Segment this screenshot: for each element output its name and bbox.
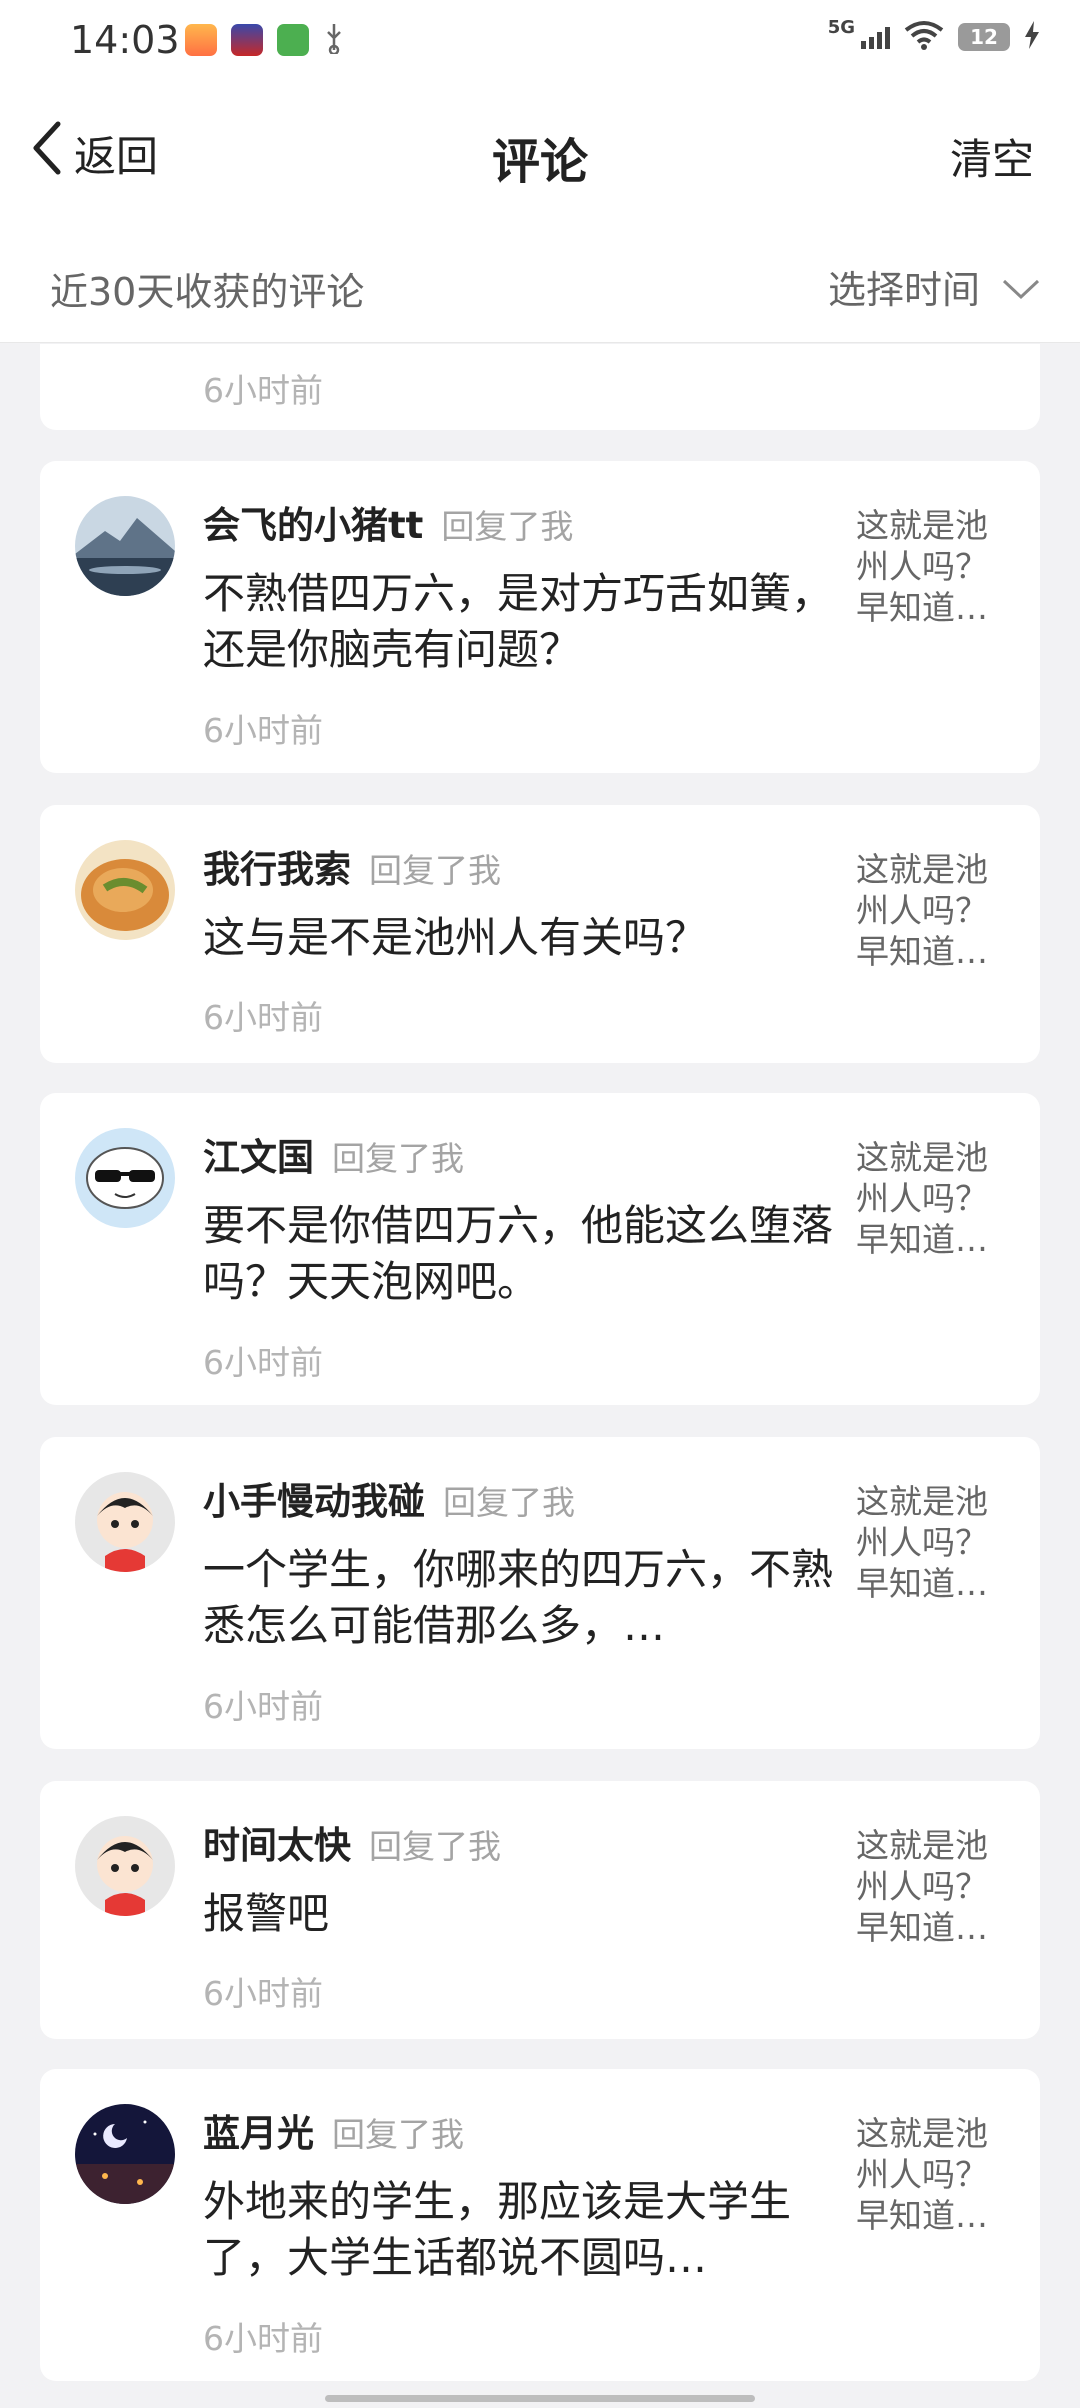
- comment-time: 6小时前: [203, 1343, 323, 1382]
- original-post-snippet[interactable]: 这就是池州人吗？早知道…: [856, 1481, 996, 1604]
- username[interactable]: 我行我索: [203, 839, 351, 893]
- comment-time: 6小时前: [203, 2319, 323, 2358]
- comment-time: 6小时前: [203, 371, 323, 410]
- comment-card[interactable]: 时间太快 回复了我 报警吧 这就是池州人吗？早知道… 6小时前: [40, 1781, 1040, 2039]
- chevron-down-icon: [1002, 265, 1040, 309]
- comment-header: 会飞的小猪tt 回复了我: [203, 495, 573, 549]
- avatar[interactable]: [75, 496, 175, 596]
- comment-time: 6小时前: [203, 711, 323, 750]
- comment-header: 我行我索 回复了我: [203, 839, 501, 893]
- comment-header: 蓝月光 回复了我: [203, 2103, 464, 2157]
- battery-icon: 12: [958, 23, 1010, 51]
- comment-card[interactable]: 江文国 回复了我 要不是你借四万六，他能这么堕落吗？天天泡网吧。 这就是池州人吗…: [40, 1093, 1040, 1405]
- comment-header: 江文国 回复了我: [203, 1127, 464, 1181]
- home-indicator[interactable]: [325, 2395, 755, 2402]
- comment-time: 6小时前: [203, 1687, 323, 1726]
- app-green-icon: [277, 24, 309, 56]
- avatar[interactable]: [75, 2104, 175, 2204]
- comment-card[interactable]: 会飞的小猪tt 回复了我 不熟借四万六，是对方巧舌如簧，还是你脑壳有问题？ 这就…: [40, 461, 1040, 773]
- network-type: 5G: [827, 16, 855, 38]
- comment-card[interactable]: 小手慢动我碰 回复了我 一个学生，你哪来的四万六，不熟悉怎么可能借那么多，… 这…: [40, 1437, 1040, 1749]
- app-news-icon: [231, 24, 263, 56]
- reply-label: 回复了我: [441, 507, 574, 546]
- username[interactable]: 时间太快: [203, 1815, 351, 1869]
- comment-time: 6小时前: [203, 1974, 323, 2013]
- original-post-snippet[interactable]: 这就是池州人吗？早知道…: [856, 505, 996, 628]
- reply-label: 回复了我: [332, 2115, 464, 2154]
- comment-text: 这与是不是池州人有关吗？: [203, 913, 708, 962]
- page-title: 评论: [491, 134, 588, 190]
- comment-card[interactable]: 6小时前: [40, 344, 1040, 430]
- username[interactable]: 小手慢动我碰: [203, 1471, 425, 1525]
- username[interactable]: 蓝月光: [203, 2103, 314, 2157]
- comment-card[interactable]: 蓝月光 回复了我 外地来的学生，那应该是大学生了，大学生话都说不圆吗… 这就是池…: [40, 2069, 1040, 2381]
- reply-label: 回复了我: [443, 1483, 575, 1522]
- reply-label: 回复了我: [332, 1139, 464, 1178]
- username[interactable]: 会飞的小猪tt: [203, 495, 423, 549]
- avatar[interactable]: [75, 1472, 175, 1572]
- status-time: 14:03: [70, 18, 180, 62]
- original-post-snippet[interactable]: 这就是池州人吗？早知道…: [856, 1137, 996, 1260]
- comment-text: 不熟借四万六，是对方巧舌如簧，还是你脑壳有问题？: [203, 569, 834, 674]
- avatar[interactable]: [75, 840, 175, 940]
- signal-icon: [861, 25, 890, 49]
- filter-bar: 近30天收获的评论 选择时间: [0, 225, 1080, 343]
- clear-button[interactable]: 清空: [950, 126, 1034, 187]
- comment-time: 6小时前: [203, 998, 323, 1037]
- filter-label: 近30天收获的评论: [50, 270, 365, 314]
- comment-text: 报警吧: [203, 1889, 330, 1938]
- comment-text: 要不是你借四万六，他能这么堕落吗？天天泡网吧。: [203, 1201, 834, 1306]
- reply-label: 回复了我: [369, 851, 501, 890]
- username[interactable]: 江文国: [203, 1127, 314, 1181]
- system-status: 5G 12: [827, 16, 1040, 54]
- original-post-snippet[interactable]: 这就是池州人吗？早知道…: [856, 849, 996, 972]
- comment-header: 时间太快 回复了我: [203, 1815, 501, 1869]
- app-58-icon: [185, 24, 217, 56]
- charging-icon: [1024, 21, 1040, 53]
- reply-label: 回复了我: [369, 1827, 501, 1866]
- status-bar: 14:03 5G 12: [0, 0, 1080, 90]
- time-select-label: 选择时间: [827, 268, 980, 312]
- notification-icons: [185, 22, 345, 58]
- nav-bar: 返回 评论 清空: [0, 90, 1080, 225]
- original-post-snippet[interactable]: 这就是池州人吗？早知道…: [856, 2113, 996, 2236]
- avatar[interactable]: [75, 1128, 175, 1228]
- avatar[interactable]: [75, 1816, 175, 1916]
- comment-text: 外地来的学生，那应该是大学生了，大学生话都说不圆吗…: [203, 2177, 792, 2282]
- usb-icon: [323, 22, 345, 58]
- comment-list: 6小时前 会飞的小猪tt 回复了我 不熟借四万六，是对方巧舌如簧，还是你脑壳有问…: [0, 344, 1080, 2408]
- wifi-icon: [904, 20, 944, 54]
- comment-header: 小手慢动我碰 回复了我: [203, 1471, 575, 1525]
- original-post-snippet[interactable]: 这就是池州人吗？早知道…: [856, 1825, 996, 1948]
- time-select[interactable]: 选择时间: [828, 259, 1040, 314]
- comment-card[interactable]: 我行我索 回复了我 这与是不是池州人有关吗？ 这就是池州人吗？早知道… 6小时前: [40, 805, 1040, 1063]
- comment-text: 一个学生，你哪来的四万六，不熟悉怎么可能借那么多，…: [203, 1545, 834, 1650]
